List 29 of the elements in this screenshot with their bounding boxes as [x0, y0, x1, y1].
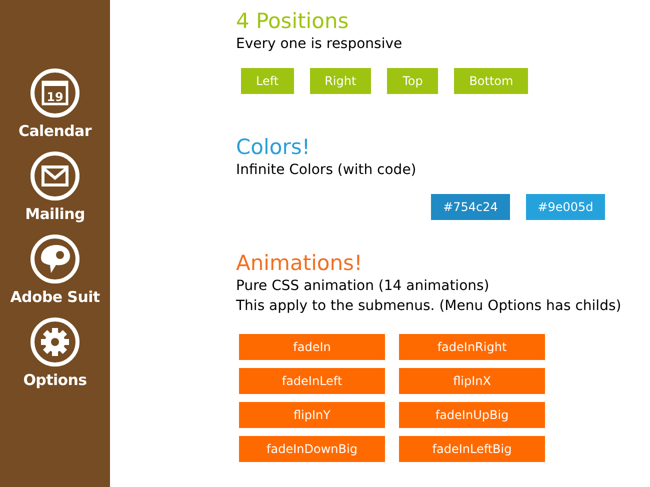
position-button[interactable]: Left — [241, 68, 294, 94]
color-button[interactable]: #754c24 — [431, 194, 510, 220]
animation-button[interactable]: fadeInLeftBig — [399, 436, 545, 462]
animation-button[interactable]: flipInY — [239, 402, 385, 428]
section-subtitle: Pure CSS animation (14 animations) — [236, 277, 490, 296]
section-subtitle: Every one is responsive — [236, 35, 404, 54]
position-button[interactable]: Right — [310, 68, 372, 94]
envelope-icon — [30, 151, 80, 201]
section-title: Animations! — [236, 250, 364, 276]
section-title: Colors! — [236, 134, 312, 160]
nav-item[interactable]: Options — [23, 317, 87, 390]
section-subtitle: This apply to the submenus. (Menu Options has childs) — [236, 297, 622, 316]
calendar-icon: 19 — [30, 68, 80, 118]
section-subtitle: Infinite Colors (with code) — [236, 161, 418, 180]
position-button[interactable]: Bottom — [454, 68, 528, 94]
gear-icon — [30, 317, 80, 367]
section-title: 4 Positions — [236, 8, 350, 34]
nav-item[interactable]: 19 Calendar — [18, 68, 92, 141]
animation-button[interactable]: fadeInUpBig — [399, 402, 545, 428]
speech-bubble-icon — [30, 234, 80, 284]
animation-button[interactable]: flipInX — [399, 368, 545, 394]
animation-button[interactable]: fadeInRight — [399, 334, 545, 360]
position-button[interactable]: Top — [387, 68, 438, 94]
animation-button[interactable]: fadeInLeft — [239, 368, 385, 394]
nav-item[interactable]: Adobe Suit — [10, 234, 100, 307]
color-button[interactable]: #9e005d — [526, 194, 605, 220]
animation-button[interactable]: fadeIn — [239, 334, 385, 360]
nav-item[interactable]: Mailing — [25, 151, 85, 224]
animation-button[interactable]: fadeInDownBig — [239, 436, 385, 462]
